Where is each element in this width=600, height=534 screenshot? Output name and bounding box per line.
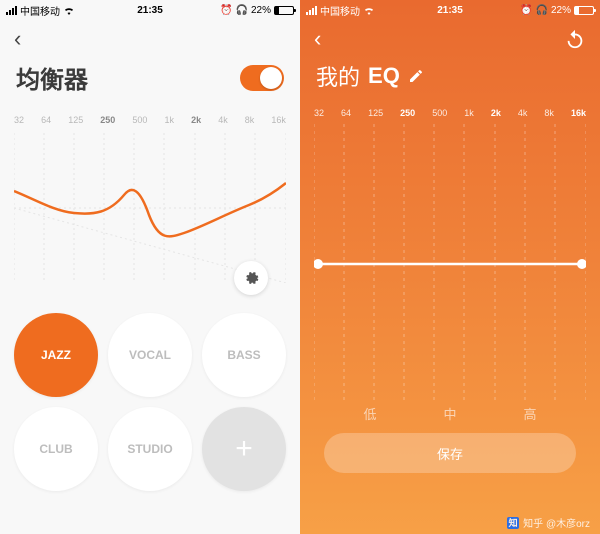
freq-label: 8k xyxy=(544,108,554,118)
freq-label: 16k xyxy=(571,108,586,118)
wifi-icon xyxy=(63,6,75,15)
freq-label: 4k xyxy=(218,115,228,125)
custom-eq-screen: 中国移动 21:35 ⏰ 🎧 22% ‹ 我的 EQ 32 64 125 250 500… xyxy=(300,0,600,534)
watermark: 知 知乎 @木彦orz xyxy=(507,515,590,530)
alarm-icon: ⏰ xyxy=(220,5,232,16)
freq-label: 500 xyxy=(432,108,447,118)
save-button[interactable]: 保存 xyxy=(324,433,576,473)
freq-label: 125 xyxy=(68,115,83,125)
preset-jazz[interactable]: JAZZ xyxy=(14,313,98,397)
carrier-label: 中国移动 xyxy=(320,3,360,18)
frequency-labels: 32 64 125 250 500 1k 2k 4k 8k 16k xyxy=(0,109,300,127)
signal-icon xyxy=(6,6,17,15)
freq-label: 2k xyxy=(191,115,201,125)
back-button[interactable]: ‹ xyxy=(314,26,321,52)
freq-label: 250 xyxy=(400,108,415,118)
freq-label: 250 xyxy=(100,115,115,125)
freq-label: 500 xyxy=(132,115,147,125)
freq-label: 64 xyxy=(341,108,351,118)
freq-label: 32 xyxy=(314,108,324,118)
clock: 21:35 xyxy=(437,5,463,16)
band-tab[interactable]: 低 xyxy=(363,404,376,423)
reset-button[interactable] xyxy=(564,28,586,50)
settings-button[interactable] xyxy=(234,261,268,295)
frequency-labels: 32 64 125 250 500 1k 2k 4k 8k 16k xyxy=(300,102,600,120)
freq-label: 2k xyxy=(491,108,501,118)
back-button[interactable]: ‹ xyxy=(14,26,21,52)
page-title: 我的 EQ xyxy=(300,56,600,102)
freq-label: 32 xyxy=(14,115,24,125)
freq-label: 64 xyxy=(41,115,51,125)
preset-vocal[interactable]: VOCAL xyxy=(108,313,192,397)
eq-slider-area[interactable] xyxy=(314,124,586,404)
battery-pct: 22% xyxy=(251,5,271,16)
eq-curve-chart[interactable] xyxy=(14,133,286,283)
freq-label: 1k xyxy=(464,108,474,118)
add-preset-button[interactable]: + xyxy=(202,407,286,491)
freq-label: 4k xyxy=(518,108,528,118)
alarm-icon: ⏰ xyxy=(520,5,532,16)
page-title: 均衡器 xyxy=(16,60,88,95)
headphones-icon: 🎧 xyxy=(536,5,548,16)
preset-club[interactable]: CLUB xyxy=(14,407,98,491)
clock: 21:35 xyxy=(137,5,163,16)
freq-label: 1k xyxy=(165,115,175,125)
equalizer-toggle[interactable] xyxy=(240,65,284,91)
freq-label: 8k xyxy=(245,115,255,125)
status-bar: 中国移动 21:35 ⏰ 🎧 22% xyxy=(0,0,300,18)
signal-icon xyxy=(306,6,317,15)
zhihu-icon: 知 xyxy=(507,517,519,529)
band-tabs: 低中高 xyxy=(300,404,600,423)
band-tab[interactable]: 高 xyxy=(523,404,536,423)
edit-icon[interactable] xyxy=(408,68,424,84)
band-tab[interactable]: 中 xyxy=(443,404,456,423)
equalizer-screen: 中国移动 21:35 ⏰ 🎧 22% ‹ 均衡器 32 64 125 250 500 1k… xyxy=(0,0,300,534)
freq-label: 16k xyxy=(271,115,286,125)
battery-icon xyxy=(574,6,594,15)
wifi-icon xyxy=(363,6,375,15)
gear-icon xyxy=(243,270,259,286)
preset-studio[interactable]: STUDIO xyxy=(108,407,192,491)
freq-label: 125 xyxy=(368,108,383,118)
headphones-icon: 🎧 xyxy=(236,5,248,16)
preset-grid: JAZZVOCALBASS CLUBSTUDIO+ xyxy=(0,283,300,501)
status-bar: 中国移动 21:35 ⏰ 🎧 22% xyxy=(300,0,600,18)
carrier-label: 中国移动 xyxy=(20,3,60,18)
battery-pct: 22% xyxy=(551,5,571,16)
preset-bass[interactable]: BASS xyxy=(202,313,286,397)
battery-icon xyxy=(274,6,294,15)
